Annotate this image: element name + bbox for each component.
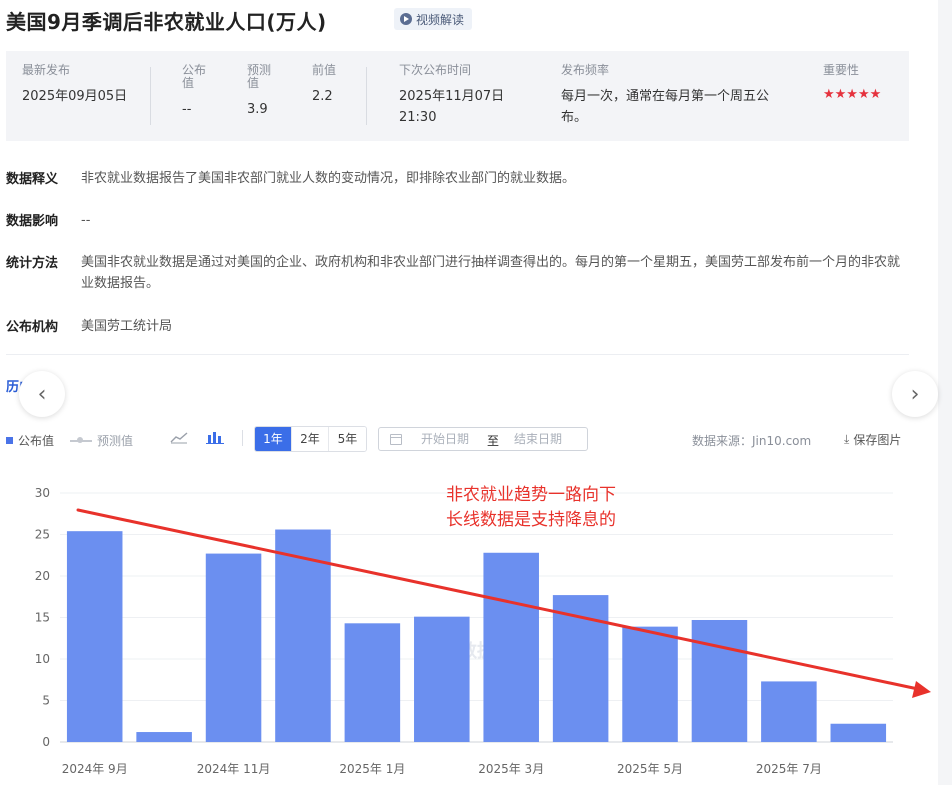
- next-release: 下次公布时间 2025年11月07日 21:30: [399, 64, 519, 128]
- next-release-value: 2025年11月07日 21:30: [399, 89, 505, 125]
- toolbar-divider: [242, 430, 243, 446]
- y-tick-label: 10: [35, 652, 50, 666]
- chart-area: 051015202530金十数据2024年 9月2024年 11月2025年 1…: [0, 470, 952, 785]
- bar: [414, 616, 470, 742]
- bar: [622, 626, 678, 742]
- release-info-panel: 最新发布 2025年09月05日 公布值 -- 预测值 3.9 前值 2.2 下…: [6, 51, 909, 141]
- page-title: 美国9月季调后非农就业人口(万人): [6, 10, 327, 34]
- download-icon: ⤓: [844, 432, 850, 446]
- y-tick-label: 15: [35, 611, 50, 625]
- legend-published[interactable]: 公布值: [6, 432, 54, 449]
- x-tick-label: 2024年 11月: [197, 762, 271, 776]
- legend-forecast[interactable]: 预测值: [70, 432, 133, 449]
- forecast-value-col: 预测值 3.9: [247, 64, 279, 120]
- x-tick-label: 2024年 9月: [62, 762, 128, 776]
- bar: [136, 732, 192, 742]
- forecast-value: 3.9: [247, 102, 268, 117]
- previous-value-col: 前值 2.2: [312, 64, 344, 107]
- chevron-right-icon: ›: [910, 381, 920, 407]
- video-explain-button[interactable]: 视频解读: [394, 8, 473, 30]
- save-image-label: 保存图片: [853, 433, 902, 447]
- y-tick-label: 0: [42, 735, 50, 749]
- save-image-button[interactable]: ⤓ 保存图片: [844, 431, 901, 448]
- release-frequency: 发布频率 每月一次，通常在每月第一个周五公布。: [561, 64, 793, 128]
- prev-button[interactable]: ‹: [19, 371, 65, 417]
- importance: 重要性 ★★★★★: [823, 63, 903, 103]
- x-tick-label: 2025年 5月: [617, 762, 683, 776]
- agency-value: 美国劳工统计局: [81, 319, 173, 334]
- date-range-picker[interactable]: 至: [378, 427, 588, 451]
- start-date-input[interactable]: [421, 431, 481, 447]
- frequency-label: 发布频率: [561, 63, 610, 77]
- published-label: 公布值: [182, 63, 207, 90]
- divider: [366, 67, 367, 125]
- x-tick-label: 2025年 7月: [756, 762, 822, 776]
- bar-chart-icon[interactable]: [206, 430, 224, 444]
- latest-release-value: 2025年09月05日: [22, 89, 128, 104]
- published-value-col: 公布值 --: [182, 64, 214, 120]
- y-tick-label: 5: [42, 694, 50, 708]
- bar: [66, 531, 123, 742]
- play-icon: [400, 13, 412, 25]
- legend-published-label: 公布值: [18, 434, 55, 448]
- data-source: 数据来源：Jin10.com: [692, 434, 812, 448]
- method-key: 统计方法: [6, 256, 59, 271]
- video-explain-label: 视频解读: [416, 12, 465, 27]
- latest-release: 最新发布 2025年09月05日: [22, 64, 132, 107]
- y-tick-label: 25: [35, 528, 50, 542]
- x-tick-label: 2025年 1月: [339, 762, 405, 776]
- impact-value: --: [81, 213, 91, 228]
- bar: [691, 619, 748, 742]
- range-1y-button[interactable]: 1年: [255, 427, 292, 451]
- method-value: 美国非农就业数据是通过对美国的企业、政府机构和非农业部门进行抽样调查得出的。每月…: [81, 255, 901, 291]
- annotation-text: 非农就业趋势一路向下: [446, 485, 616, 505]
- x-tick-label: 2025年 3月: [478, 762, 544, 776]
- definition-value: 非农就业数据报告了美国非农部门就业人数的变动情况，即排除农业部门的就业数据。: [81, 171, 576, 186]
- bar: [344, 623, 401, 742]
- bar: [830, 723, 887, 742]
- divider: [150, 67, 151, 125]
- bar: [205, 553, 262, 742]
- chevron-left-icon: ‹: [37, 381, 47, 407]
- previous-label: 前值: [312, 63, 337, 77]
- definition-key: 数据释义: [6, 172, 59, 187]
- importance-stars-icon: ★★★★★: [823, 87, 882, 102]
- trend-arrow-head: [912, 681, 931, 698]
- date-range-separator: 至: [487, 434, 500, 448]
- agency-key: 公布机构: [6, 320, 59, 335]
- next-button[interactable]: ›: [892, 371, 938, 417]
- legend-forecast-label: 预测值: [97, 434, 134, 448]
- chart-toolbar: 公布值 预测值 1年 2年 5年 至 数据来源：Jin10.com ⤓ 保存图片: [6, 426, 909, 452]
- published-value: --: [182, 102, 192, 117]
- annotation-text: 长线数据是支持降息的: [446, 510, 616, 530]
- legend-square-icon: [6, 437, 13, 444]
- nfp-bar-chart: 051015202530金十数据2024年 9月2024年 11月2025年 1…: [35, 485, 931, 776]
- range-2y-button[interactable]: 2年: [292, 427, 329, 451]
- impact-key: 数据影响: [6, 214, 59, 229]
- frequency-value: 每月一次，通常在每月第一个周五公布。: [561, 89, 770, 125]
- calendar-icon: [390, 434, 402, 445]
- section-divider: [6, 354, 909, 355]
- range-5y-button[interactable]: 5年: [329, 427, 366, 451]
- next-release-label: 下次公布时间: [399, 63, 472, 77]
- y-tick-label: 30: [35, 486, 50, 500]
- legend-line-icon: [70, 436, 92, 443]
- bar: [483, 552, 539, 742]
- bar: [761, 681, 817, 742]
- line-chart-icon[interactable]: [170, 430, 188, 444]
- forecast-label: 预测值: [247, 63, 272, 90]
- y-tick-label: 20: [35, 569, 50, 583]
- latest-release-label: 最新发布: [22, 63, 71, 77]
- end-date-input[interactable]: [514, 431, 574, 447]
- importance-label: 重要性: [823, 63, 860, 77]
- previous-value: 2.2: [312, 89, 333, 104]
- range-selector: 1年 2年 5年: [254, 426, 367, 452]
